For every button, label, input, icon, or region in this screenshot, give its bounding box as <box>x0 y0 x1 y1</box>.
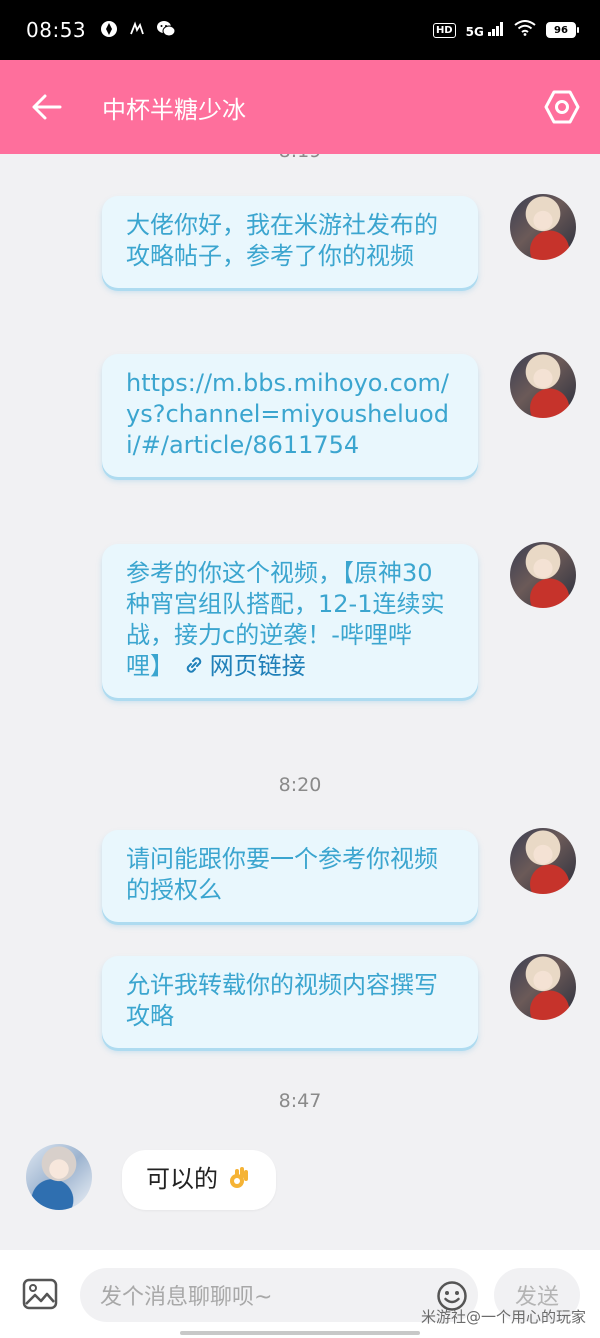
timestamp: 8:20 <box>278 774 322 796</box>
message-text: 允许我转载你的视频内容撰写攻略 <box>126 971 438 1030</box>
outgoing-message[interactable]: 参考的你这个视频，【原神30种宵宫组队搭配，12-1连续实战，接力c的逆袭！-哔… <box>102 544 478 698</box>
arrow-left-icon <box>32 94 62 120</box>
compass-icon <box>100 20 118 41</box>
outgoing-message[interactable]: 允许我转载你的视频内容撰写攻略 <box>102 956 478 1048</box>
watermark: 米游社@一个用心的玩家 <box>420 1308 586 1326</box>
status-left-icons <box>100 20 176 41</box>
gesture-icon <box>128 20 146 41</box>
settings-button[interactable] <box>524 60 600 154</box>
chat-area[interactable]: 8:19 大佬你好，我在米游社发布的攻略帖子，参考了你的视频 https://m… <box>0 154 600 1250</box>
status-time: 08:53 <box>26 18 87 42</box>
ok-hand-emoji-icon <box>229 1167 248 1188</box>
timestamp: 8:19 <box>0 154 600 162</box>
wifi-icon <box>514 20 536 40</box>
avatar[interactable] <box>26 1144 92 1210</box>
signal-icon <box>488 21 503 36</box>
hexagon-settings-icon <box>544 90 580 124</box>
network-label: 5G <box>465 24 484 39</box>
outgoing-message[interactable]: 大佬你好，我在米游社发布的攻略帖子，参考了你的视频 <box>102 196 478 288</box>
avatar[interactable] <box>510 352 576 418</box>
network-indicator: 5G <box>465 21 504 39</box>
status-bar: 08:53 HD 5G 96 <box>0 0 600 60</box>
link-icon <box>186 657 201 673</box>
avatar[interactable] <box>510 542 576 608</box>
message-text: https://m.bbs.mihoyo.com/ys?channel=miyo… <box>126 369 450 459</box>
outgoing-message[interactable]: 请问能跟你要一个参考你视频的授权么 <box>102 830 478 922</box>
app-header: 中杯半糖少冰 <box>0 60 600 154</box>
hd-badge: HD <box>432 22 456 38</box>
avatar[interactable] <box>510 194 576 260</box>
back-button[interactable] <box>0 60 94 154</box>
message-text: 请问能跟你要一个参考你视频的授权么 <box>126 845 438 904</box>
timestamp: 8:47 <box>278 1090 322 1112</box>
web-link[interactable]: 网页链接 <box>182 652 306 680</box>
message-text: 可以的 <box>146 1165 218 1193</box>
home-indicator[interactable] <box>180 1331 420 1335</box>
message-text: 大佬你好，我在米游社发布的攻略帖子，参考了你的视频 <box>126 211 438 270</box>
image-icon <box>22 1278 58 1310</box>
input-placeholder: 发个消息聊聊呗~ <box>100 1285 273 1310</box>
message-input[interactable]: 发个消息聊聊呗~ <box>80 1268 478 1322</box>
image-button[interactable] <box>0 1250 80 1338</box>
incoming-message[interactable]: 可以的 <box>122 1150 276 1210</box>
avatar[interactable] <box>510 954 576 1020</box>
outgoing-message[interactable]: https://m.bbs.mihoyo.com/ys?channel=miyo… <box>102 354 478 477</box>
wechat-icon <box>156 20 176 41</box>
avatar[interactable] <box>510 828 576 894</box>
link-label: 网页链接 <box>209 652 306 680</box>
status-right: HD 5G 96 <box>432 20 579 40</box>
battery-indicator: 96 <box>546 22 579 38</box>
conversation-title: 中杯半糖少冰 <box>102 95 246 124</box>
